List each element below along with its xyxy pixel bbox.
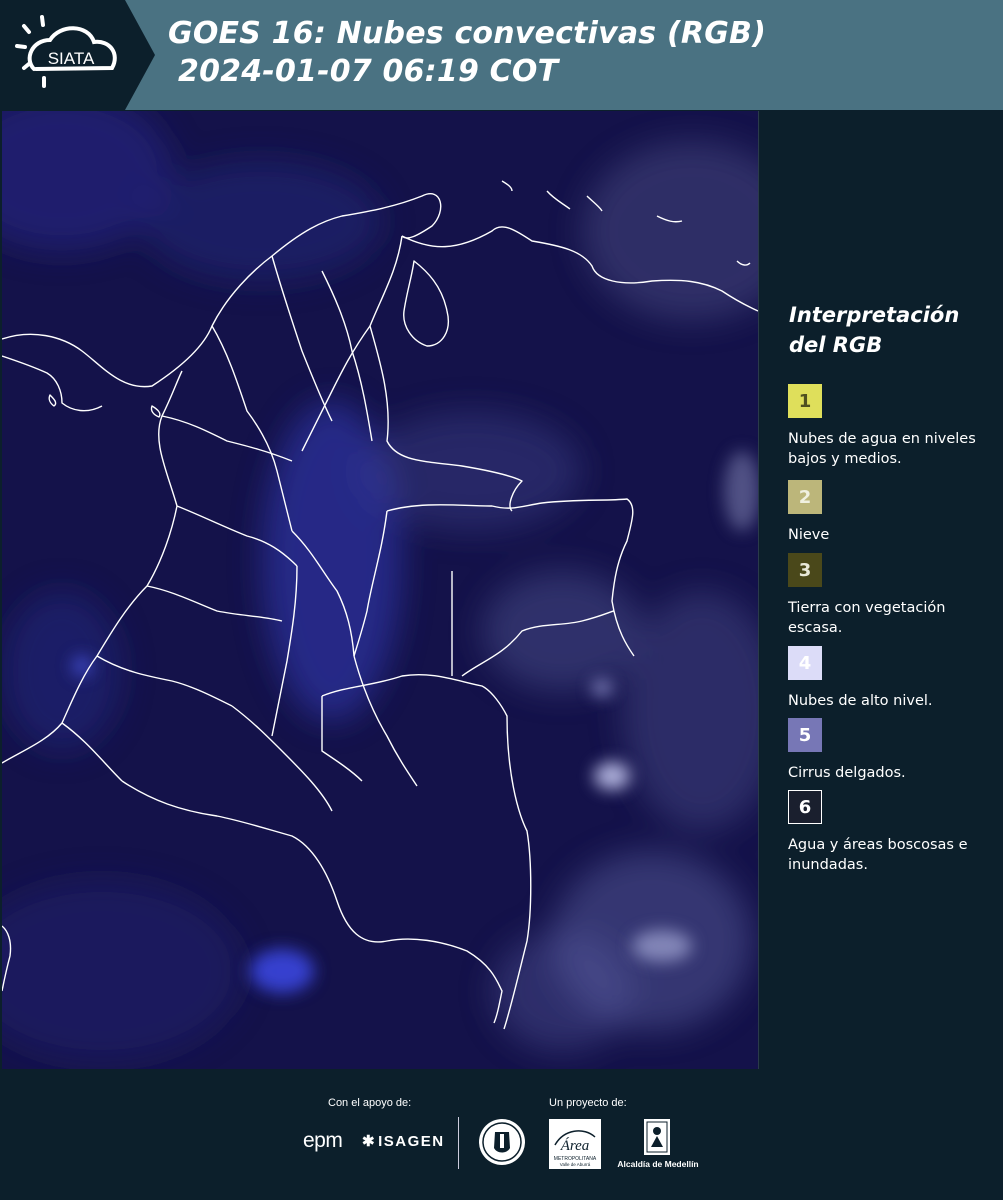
legend-item: 2 Nieve — [788, 480, 988, 545]
medellin-seal-logo[interactable] — [477, 1116, 527, 1168]
legend-label: Nubes de alto nivel. — [788, 693, 933, 709]
footer-divider — [458, 1117, 459, 1169]
legend-label: Nubes de agua en niveles bajos y medios. — [788, 431, 976, 467]
legend-number: 2 — [798, 486, 812, 508]
isagen-mark-icon: ✱ — [362, 1133, 377, 1150]
svg-text:Área: Área — [560, 1137, 590, 1154]
header-bar: SIATA GOES 16: Nubes convectivas (RGB) 2… — [0, 0, 1003, 110]
satellite-map[interactable] — [2, 111, 759, 1069]
legend-swatch-2: 2 — [788, 480, 822, 514]
legend-title-line2: del RGB — [789, 333, 883, 357]
legend-number: 5 — [798, 724, 812, 746]
legend-label: Agua y áreas boscosas e inundadas. — [788, 837, 968, 873]
legend-number: 3 — [798, 559, 812, 581]
legend-item: 1 Nubes de agua en niveles bajos y medio… — [788, 384, 988, 469]
legend-item: 5 Cirrus delgados. — [788, 718, 988, 783]
page-title: GOES 16: Nubes convectivas (RGB) — [168, 16, 767, 51]
area-metropolitana-logo[interactable]: Área METROPOLITANA Valle de Aburrá — [549, 1119, 601, 1169]
legend-item: 3 Tierra con vegetación escasa. — [788, 553, 988, 638]
isagen-logo[interactable]: ✱ ISAGEN — [362, 1132, 445, 1150]
legend-number: 6 — [798, 796, 812, 818]
legend-swatch-3: 3 — [788, 553, 822, 587]
legend-label: Nieve — [788, 527, 830, 543]
legend-item: 4 Nubes de alto nivel. — [788, 646, 988, 711]
legend-label: Tierra con vegetación escasa. — [788, 600, 946, 636]
legend-number: 4 — [798, 652, 812, 674]
legend-title-line1: Interpretación — [789, 303, 960, 327]
siata-logo[interactable]: SIATA — [14, 14, 126, 96]
isagen-logo-text: ISAGEN — [378, 1133, 445, 1150]
support-caption: Con el apoyo de: — [328, 1097, 412, 1109]
logo-panel: SIATA — [0, 0, 155, 110]
project-caption: Un proyecto de: — [549, 1097, 627, 1109]
svg-text:Valle de Aburrá: Valle de Aburrá — [560, 1162, 591, 1167]
legend-number: 1 — [798, 390, 812, 412]
satellite-map-canvas — [2, 111, 758, 1069]
footer: Con el apoyo de: Un proyecto de: epm ✱ IS… — [0, 1069, 1003, 1200]
legend-swatch-6: 6 — [788, 790, 822, 824]
legend-swatch-1: 1 — [788, 384, 822, 418]
page-subtitle-datetime: 2024-01-07 06:19 COT — [178, 54, 559, 89]
epm-logo[interactable]: epm — [303, 1129, 343, 1153]
legend-label: Cirrus delgados. — [788, 765, 906, 781]
legend-swatch-5: 5 — [788, 718, 822, 752]
svg-text:SIATA: SIATA — [48, 49, 95, 68]
legend-swatch-4: 4 — [788, 646, 822, 680]
legend-item: 6 Agua y áreas boscosas e inundadas. — [788, 790, 988, 875]
alcaldia-logo[interactable]: Alcaldía de Medellín — [612, 1159, 704, 1169]
legend-title: Interpretación del RGB — [789, 300, 959, 360]
